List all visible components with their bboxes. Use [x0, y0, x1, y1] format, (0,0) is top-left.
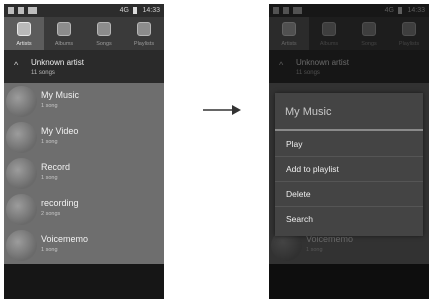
tab-label: Albums: [54, 41, 74, 47]
album-art-icon: [6, 158, 37, 189]
album-name: My Music: [41, 90, 79, 100]
menu-separator: [275, 181, 423, 182]
message-icon: [28, 7, 37, 14]
artist-song-count: 11 songs: [31, 70, 55, 76]
album-name: My Video: [41, 126, 79, 136]
phone-screen-before: 4G 14:33 Artists Albums Songs Playlists …: [4, 4, 164, 299]
list-item[interactable]: Voicememo 1 song: [4, 227, 164, 263]
album-name: Record: [41, 162, 71, 172]
dialog-title: My Music: [285, 106, 332, 118]
album-art-icon: [6, 230, 37, 261]
playlist-icon: [137, 22, 151, 36]
album-art-icon: [6, 194, 37, 225]
tab-label: Songs: [96, 41, 112, 47]
status-bar: 4G 14:33: [4, 4, 164, 17]
context-menu-dialog: My Music Play Add to playlist Delete Sea…: [275, 93, 423, 236]
dialog-divider: [275, 129, 423, 131]
album-song-count: 1 song: [41, 175, 58, 181]
menu-separator: [275, 156, 423, 157]
menu-item-play[interactable]: Play: [286, 139, 303, 149]
list-item[interactable]: Record 1 song: [4, 155, 164, 191]
music-note-icon: [97, 22, 111, 36]
tab-playlists[interactable]: Playlists: [124, 17, 164, 50]
chevron-up-icon: ^: [14, 60, 19, 70]
album-song-count: 1 song: [41, 103, 58, 109]
album-icon: [57, 22, 71, 36]
right-arrow-icon: [203, 105, 241, 115]
menu-item-delete[interactable]: Delete: [286, 189, 311, 199]
battery-icon: [133, 7, 137, 14]
tab-artists[interactable]: Artists: [4, 17, 44, 50]
list-item[interactable]: My Video 1 song: [4, 119, 164, 155]
tab-bar: Artists Albums Songs Playlists: [4, 17, 164, 50]
menu-item-search[interactable]: Search: [286, 214, 313, 224]
album-song-count: 2 songs: [41, 211, 61, 217]
bottom-area: [4, 264, 164, 299]
tab-label: Artists: [16, 41, 32, 47]
tab-albums[interactable]: Albums: [44, 17, 84, 50]
album-song-count: 1 song: [41, 139, 58, 145]
notification-icon: [18, 7, 24, 14]
signal-indicator: 4G: [119, 7, 129, 14]
album-name: recording: [41, 198, 79, 208]
phone-screen-after: 4G 14:33 Artists Albums Songs Playlists …: [269, 4, 429, 299]
tab-songs[interactable]: Songs: [84, 17, 124, 50]
artist-header[interactable]: ^ Unknown artist 11 songs: [4, 50, 164, 83]
list-item[interactable]: My Music 1 song: [4, 83, 164, 119]
menu-separator: [275, 206, 423, 207]
menu-item-add-to-playlist[interactable]: Add to playlist: [286, 164, 339, 174]
album-name: Voicememo: [41, 234, 89, 244]
list-item[interactable]: recording 2 songs: [4, 191, 164, 227]
usb-icon: [8, 7, 14, 14]
album-art-icon: [6, 86, 37, 117]
clock: 14:33: [142, 7, 160, 14]
microphone-icon: [17, 22, 31, 36]
album-song-count: 1 song: [41, 247, 58, 253]
tab-label: Playlists: [133, 41, 155, 47]
album-art-icon: [6, 122, 37, 153]
album-list: My Music 1 song My Video 1 song Record 1…: [4, 83, 164, 264]
artist-title: Unknown artist: [31, 58, 84, 67]
